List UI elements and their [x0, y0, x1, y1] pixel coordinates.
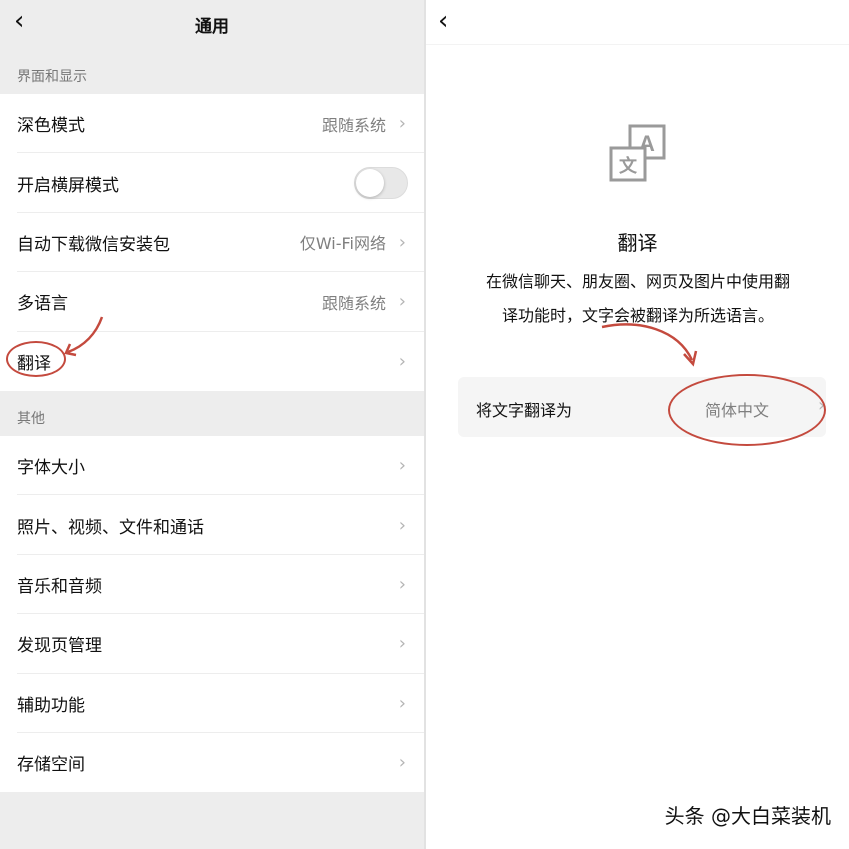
setting-row-storage[interactable]: 存储空间 › — [0, 733, 424, 792]
translate-icon: A 文 — [609, 124, 666, 182]
chevron-right-icon: › — [398, 752, 406, 774]
annotation-oval — [668, 374, 826, 446]
watermark: 头条 @大白菜装机 — [664, 804, 831, 828]
nav-bar: ‹ 通用 — [0, 0, 424, 46]
setting-row-discover[interactable]: 发现页管理 › — [0, 614, 424, 674]
setting-label: 字体大小 — [17, 458, 85, 479]
setting-row-dark-mode[interactable]: 深色模式 跟随系统 › — [0, 94, 424, 154]
setting-row-language[interactable]: 多语言 跟随系统 › — [0, 272, 424, 332]
setting-label: 深色模式 — [17, 116, 85, 137]
chevron-right-icon: › — [398, 231, 406, 253]
setting-value: 跟随系统 — [321, 115, 386, 135]
setting-row-font-size[interactable]: 字体大小 › — [0, 436, 424, 496]
setting-label: 发现页管理 — [17, 636, 102, 657]
setting-row-media[interactable]: 照片、视频、文件和通话 › — [0, 495, 424, 555]
chevron-right-icon: › — [398, 514, 406, 536]
setting-row-auto-download[interactable]: 自动下载微信安装包 仅Wi-Fi网络 › — [0, 213, 424, 273]
setting-value: 跟随系统 — [321, 293, 386, 313]
setting-label: 存储空间 — [17, 755, 85, 776]
section-label-other: 其他 — [17, 411, 45, 427]
translate-icon-glyph: 文 — [619, 155, 638, 177]
chevron-right-icon: › — [398, 573, 406, 595]
setting-label: 开启横屏模式 — [17, 175, 119, 196]
divider — [426, 44, 849, 45]
description-line-1: 在微信聊天、朋友圈、网页及图片中使用翻 — [485, 272, 790, 291]
page-title: 翻译 — [617, 231, 658, 255]
settings-group-other: 字体大小 › 照片、视频、文件和通话 › 音乐和音频 › 发现页管理 › 辅助功… — [0, 436, 424, 793]
settings-general-panel: ‹ 通用 界面和显示 深色模式 跟随系统 › 开启横屏模式 自动下载微信安装包 … — [0, 0, 424, 849]
setting-value: 仅Wi-Fi网络 — [299, 234, 386, 254]
chevron-right-icon: › — [398, 350, 406, 372]
setting-label: 音乐和音频 — [17, 576, 102, 597]
setting-label: 辅助功能 — [17, 695, 85, 716]
toggle-knob — [356, 169, 384, 198]
landscape-toggle[interactable] — [354, 167, 408, 200]
chevron-right-icon: › — [398, 291, 406, 313]
setting-label: 自动下载微信安装包 — [17, 234, 170, 255]
description-line-2: 译功能时，文字会被翻译为所选语言。 — [501, 306, 774, 325]
chevron-right-icon: › — [398, 633, 406, 655]
setting-label: 将文字翻译为 — [476, 401, 573, 420]
chevron-left-icon[interactable]: ‹ — [438, 8, 448, 34]
page-title: 通用 — [195, 17, 229, 37]
settings-group-display: 深色模式 跟随系统 › 开启横屏模式 自动下载微信安装包 仅Wi-Fi网络 › … — [0, 94, 424, 391]
setting-row-accessibility[interactable]: 辅助功能 › — [0, 674, 424, 733]
setting-row-landscape-mode: 开启横屏模式 — [0, 153, 424, 213]
chevron-right-icon: › — [398, 692, 406, 714]
chevron-right-icon: › — [398, 113, 406, 135]
section-label-display: 界面和显示 — [17, 69, 87, 85]
setting-label: 多语言 — [17, 294, 68, 315]
setting-label: 照片、视频、文件和通话 — [17, 517, 204, 538]
chevron-right-icon: › — [398, 455, 406, 477]
annotation-circle — [6, 341, 66, 377]
setting-row-audio[interactable]: 音乐和音频 › — [0, 555, 424, 615]
